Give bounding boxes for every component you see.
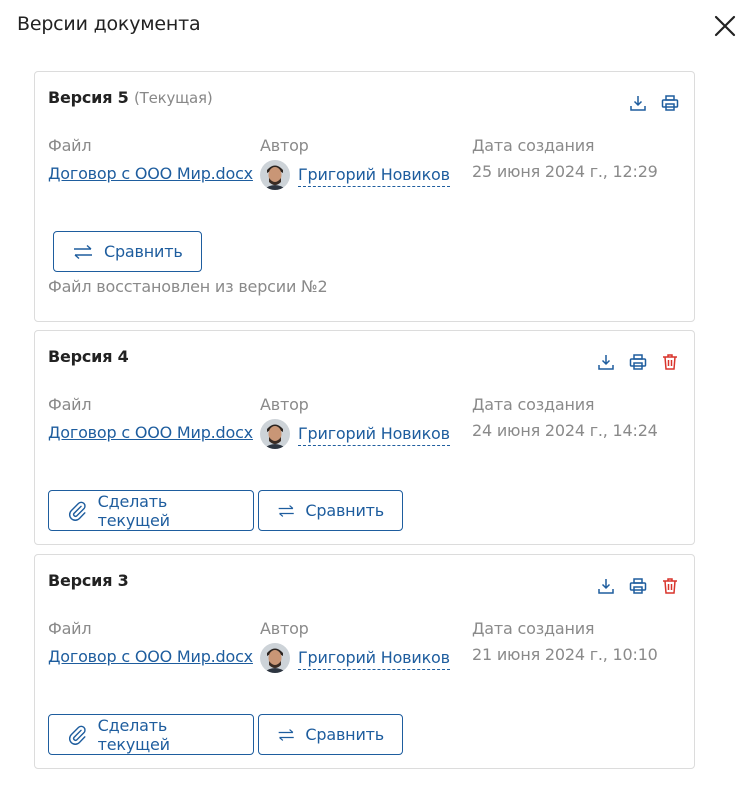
version-card-4: Версия 4 Файл Автор Дата создания Догово…	[34, 330, 695, 545]
close-icon	[714, 15, 736, 37]
compare-button-label: Сравнить	[305, 725, 384, 744]
version-title: Версия 3	[48, 571, 129, 590]
print-icon	[629, 354, 647, 370]
file-link[interactable]: Договор с ООО Мир.docx	[48, 420, 253, 446]
download-button[interactable]	[595, 575, 617, 597]
author-link[interactable]: Григорий Новиков	[298, 647, 450, 670]
version-card-5: Версия 5 (Текущая) Файл Автор Дата созда…	[34, 71, 695, 322]
file-label: Файл	[48, 619, 92, 638]
print-icon	[661, 95, 679, 111]
trash-icon	[663, 578, 677, 594]
compare-button[interactable]: Сравнить	[258, 490, 403, 531]
date-label: Дата создания	[472, 395, 595, 414]
date-label: Дата создания	[472, 136, 595, 155]
make-current-button-label: Сделать текущей	[97, 715, 170, 754]
compare-button[interactable]: Сравнить	[258, 714, 403, 755]
download-button[interactable]	[627, 92, 649, 114]
paperclip-icon	[68, 725, 86, 745]
trash-icon	[663, 354, 677, 370]
print-icon	[629, 578, 647, 594]
file-label: Файл	[48, 395, 92, 414]
file-link[interactable]: Договор с ООО Мир.docx	[48, 161, 253, 187]
print-button[interactable]	[659, 92, 681, 114]
compare-button[interactable]: Сравнить	[53, 231, 202, 272]
avatar	[260, 160, 290, 190]
author-label: Автор	[260, 619, 309, 638]
created-date: 24 июня 2024 г., 14:24	[472, 421, 658, 440]
version-card-3: Версия 3 Файл Автор Дата создания Догово…	[34, 554, 695, 769]
author-link[interactable]: Григорий Новиков	[298, 423, 450, 446]
avatar	[260, 643, 290, 673]
print-button[interactable]	[627, 351, 649, 373]
compare-button-label: Сравнить	[104, 242, 183, 261]
file-link[interactable]: Договор с ООО Мир.docx	[48, 644, 253, 670]
download-icon	[598, 579, 614, 594]
author-link[interactable]: Григорий Новиков	[298, 164, 450, 187]
download-icon	[630, 96, 646, 111]
created-date: 25 июня 2024 г., 12:29	[472, 162, 658, 181]
delete-button[interactable]	[659, 351, 681, 373]
dialog-title: Версии документа	[17, 13, 201, 35]
swap-arrows-icon	[74, 244, 92, 259]
date-label: Дата создания	[472, 619, 595, 638]
restore-note: Файл восстановлен из версии №2	[48, 277, 328, 296]
compare-button-label: Сравнить	[305, 501, 384, 520]
author: Григорий Новиков	[260, 419, 450, 449]
make-current-button[interactable]: Сделать текущей	[48, 714, 254, 755]
author: Григорий Новиков	[260, 160, 450, 190]
author-label: Автор	[260, 136, 309, 155]
version-title: Версия 4	[48, 347, 129, 366]
download-button[interactable]	[595, 351, 617, 373]
close-button[interactable]	[710, 11, 740, 41]
swap-arrows-icon	[278, 728, 294, 741]
created-date: 21 июня 2024 г., 10:10	[472, 645, 658, 664]
avatar	[260, 419, 290, 449]
make-current-button[interactable]: Сделать текущей	[48, 490, 254, 531]
author-label: Автор	[260, 395, 309, 414]
current-badge: (Текущая)	[133, 89, 213, 107]
swap-arrows-icon	[278, 504, 294, 517]
version-title: Версия 5 (Текущая)	[48, 88, 213, 107]
download-icon	[598, 355, 614, 370]
paperclip-icon	[68, 501, 86, 521]
print-button[interactable]	[627, 575, 649, 597]
file-label: Файл	[48, 136, 92, 155]
delete-button[interactable]	[659, 575, 681, 597]
make-current-button-label: Сделать текущей	[97, 491, 170, 530]
author: Григорий Новиков	[260, 643, 450, 673]
